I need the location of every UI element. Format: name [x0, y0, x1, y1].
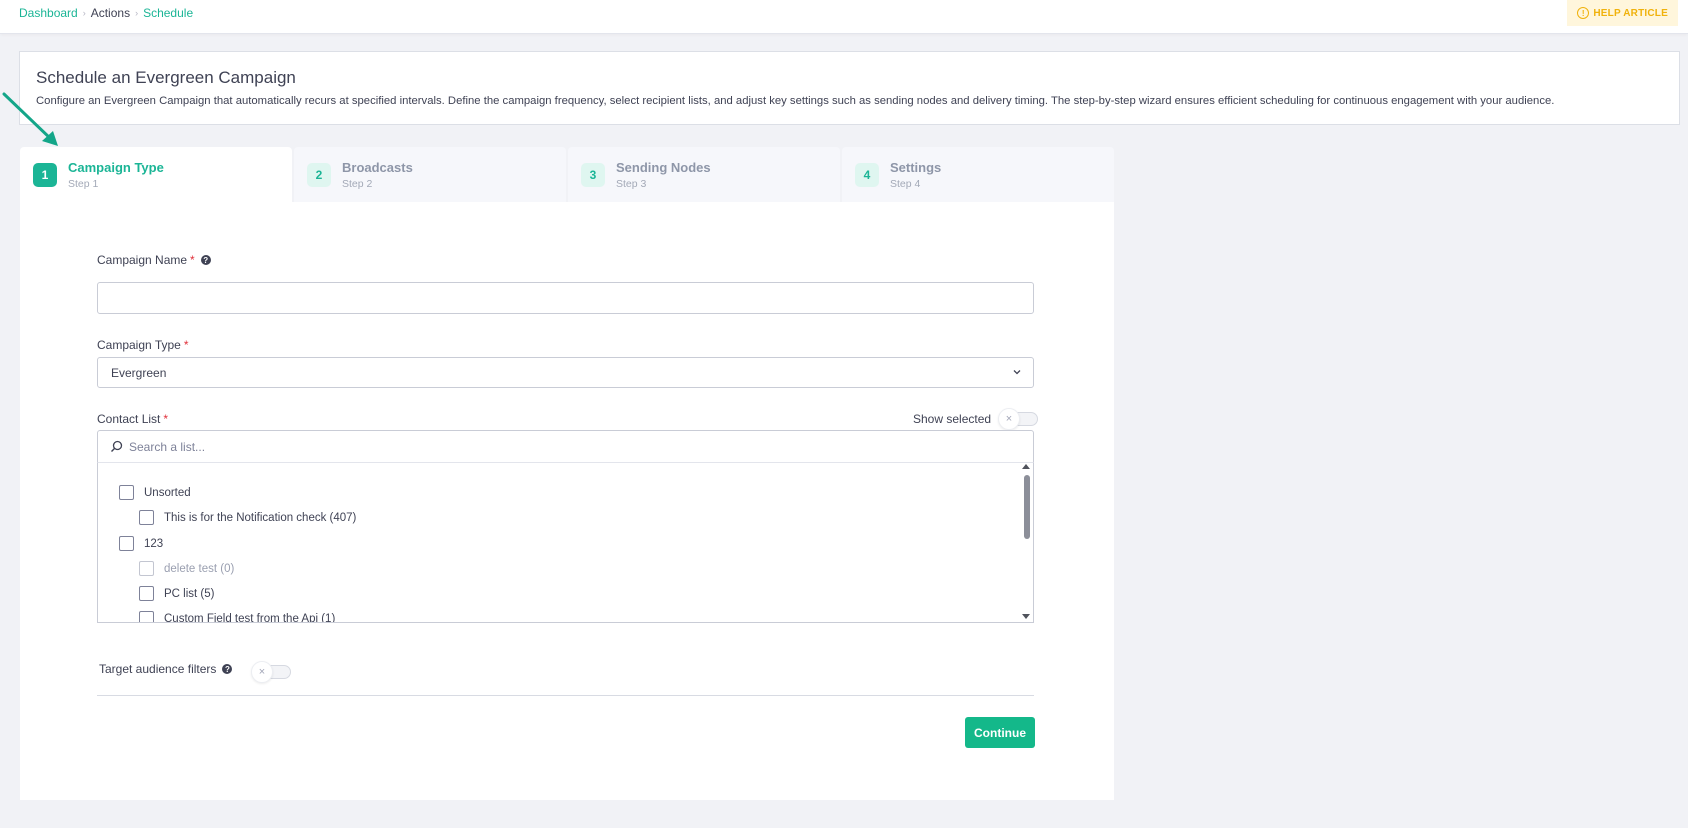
- arrow-pointer-icon: [2, 92, 58, 146]
- list-item-label: Custom Field test from the Api (1): [164, 612, 336, 623]
- chevron-down-icon: [1013, 370, 1021, 375]
- step-subtitle: Step 2: [342, 177, 373, 190]
- page-header: Schedule an Evergreen Campaign Configure…: [19, 51, 1680, 125]
- list-scrollbar[interactable]: [1019, 463, 1033, 622]
- close-icon: ×: [251, 661, 273, 683]
- scroll-thumb[interactable]: [1024, 475, 1030, 539]
- question-icon[interactable]: ?: [200, 255, 211, 265]
- step-subtitle: Step 3: [616, 177, 647, 190]
- step-number: 1: [33, 162, 57, 187]
- step-title: Broadcasts: [342, 159, 413, 175]
- contact-list-label: Contact List *: [97, 412, 168, 426]
- required-marker: *: [183, 338, 189, 352]
- tab-sending-nodes[interactable]: 3 Sending Nodes Step 3: [568, 147, 840, 202]
- campaign-type-label: Campaign Type *: [97, 338, 189, 352]
- list-item[interactable]: PC list (5): [139, 586, 214, 601]
- list-item[interactable]: Unsorted: [119, 485, 191, 500]
- list-item-label: This is for the Notification check (407): [164, 511, 357, 524]
- list-item: delete test (0): [139, 561, 234, 576]
- step-subtitle: Step 1: [68, 177, 99, 190]
- checkbox[interactable]: [119, 485, 134, 500]
- divider: [97, 695, 1034, 696]
- list-item[interactable]: Custom Field test from the Api (1): [139, 611, 336, 623]
- breadcrumb-actions[interactable]: Actions: [91, 6, 130, 20]
- help-article-label: HELP ARTICLE: [1593, 7, 1668, 19]
- wizard-steps: 1 Campaign Type Step 1 2 Broadcasts Step…: [20, 147, 1114, 202]
- search-icon: [111, 440, 123, 452]
- help-circle-icon: !: [1577, 7, 1590, 19]
- close-icon: ×: [998, 408, 1020, 430]
- campaign-name-label: Campaign Name * ?: [97, 253, 211, 267]
- show-selected-text: Show selected: [913, 412, 992, 426]
- campaign-type-label-text: Campaign Type: [97, 338, 181, 352]
- breadcrumb-dashboard[interactable]: Dashboard: [19, 6, 78, 20]
- show-selected-label: Show selected: [913, 412, 991, 426]
- contact-list-label-text: Contact List: [97, 412, 161, 426]
- step-number: 2: [307, 162, 331, 187]
- contact-list-tree: Unsorted This is for the Notification ch…: [97, 462, 1034, 623]
- checkbox[interactable]: [139, 510, 154, 525]
- step-title: Sending Nodes: [616, 159, 711, 175]
- step-title: Campaign Type: [68, 159, 164, 175]
- tab-settings[interactable]: 4 Settings Step 4: [842, 147, 1114, 202]
- step-number: 3: [581, 162, 605, 187]
- breadcrumb: Dashboard › Actions › Schedule: [19, 6, 193, 20]
- required-marker: *: [190, 253, 195, 267]
- campaign-name-input[interactable]: [97, 282, 1034, 314]
- breadcrumb-schedule: Schedule: [143, 6, 194, 20]
- list-item[interactable]: This is for the Notification check (407): [139, 510, 356, 525]
- question-icon[interactable]: ?: [222, 664, 233, 674]
- campaign-type-select[interactable]: Evergreen: [97, 357, 1034, 388]
- top-bar: Dashboard › Actions › Schedule ! HELP AR…: [0, 0, 1688, 34]
- list-search-input[interactable]: [129, 437, 1009, 457]
- campaign-type-value: Evergreen: [111, 366, 167, 380]
- page-description: Configure an Evergreen Campaign that aut…: [36, 95, 1555, 107]
- help-article-button[interactable]: ! HELP ARTICLE: [1567, 0, 1678, 26]
- breadcrumb-separator: ›: [82, 8, 86, 18]
- checkbox[interactable]: [119, 536, 134, 551]
- list-item-label: delete test (0): [164, 562, 235, 575]
- page-title: Schedule an Evergreen Campaign: [36, 68, 296, 87]
- step-subtitle: Step 4: [890, 177, 921, 190]
- checkbox[interactable]: [139, 611, 154, 622]
- scroll-up-icon[interactable]: [1022, 464, 1030, 469]
- show-selected-toggle[interactable]: ×: [998, 408, 1038, 430]
- step-title: Settings: [890, 159, 942, 175]
- tab-broadcasts[interactable]: 2 Broadcasts Step 2: [294, 147, 566, 202]
- list-item-label: Unsorted: [144, 486, 191, 499]
- checkbox: [139, 561, 154, 576]
- target-filters-label: Target audience filters ?: [99, 662, 233, 676]
- scroll-down-icon[interactable]: [1022, 614, 1030, 619]
- required-marker: *: [163, 412, 169, 426]
- list-item-label: 123: [144, 537, 164, 550]
- breadcrumb-separator: ›: [135, 8, 139, 18]
- continue-button[interactable]: Continue: [965, 717, 1035, 748]
- list-search-box: [97, 430, 1034, 463]
- target-filters-toggle[interactable]: ×: [251, 661, 291, 683]
- list-item-label: PC list (5): [164, 587, 215, 600]
- target-filters-label-text: Target audience filters: [99, 662, 217, 676]
- step-number: 4: [855, 162, 879, 187]
- campaign-name-label-text: Campaign Name: [97, 253, 188, 267]
- tab-campaign-type[interactable]: 1 Campaign Type Step 1: [20, 147, 292, 202]
- checkbox[interactable]: [139, 586, 154, 601]
- list-item[interactable]: 123: [119, 536, 163, 551]
